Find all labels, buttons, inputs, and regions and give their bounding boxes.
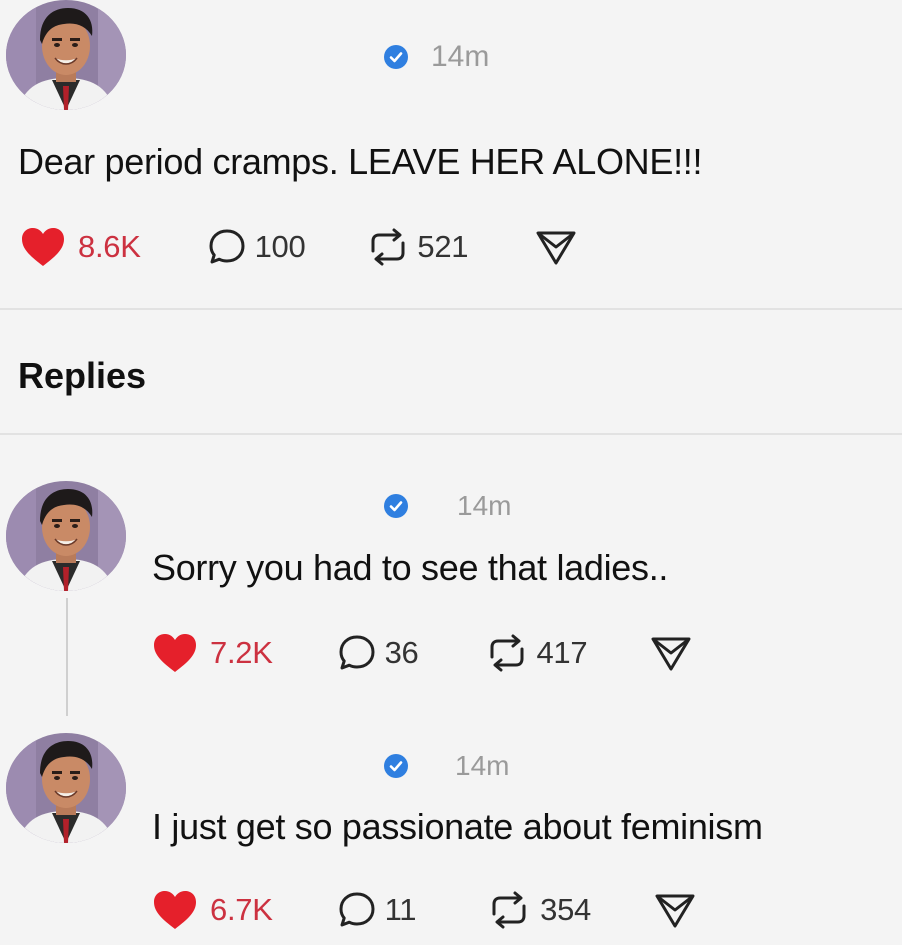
divider	[0, 433, 902, 435]
heart-icon	[152, 889, 198, 931]
like-button[interactable]: 8.6K	[20, 226, 141, 268]
repost-count: 354	[540, 892, 591, 927]
like-button[interactable]: 7.2K	[152, 632, 273, 674]
post-time: 14m	[431, 40, 490, 73]
comment-count: 36	[384, 635, 419, 670]
like-button[interactable]: 6.7K	[152, 889, 273, 931]
comment-button[interactable]: 36	[337, 633, 419, 673]
post-actions: 8.6K 100 521	[20, 222, 578, 272]
comment-count: 11	[384, 892, 417, 927]
verified-badge-icon	[384, 494, 408, 518]
verified-badge-icon	[384, 754, 408, 778]
repost-count: 417	[536, 635, 588, 670]
avatar[interactable]	[6, 0, 126, 110]
repost-button[interactable]: 354	[486, 890, 591, 930]
share-icon	[653, 890, 697, 930]
repost-icon	[486, 890, 532, 930]
share-button[interactable]	[534, 227, 578, 267]
like-count: 7.2K	[210, 635, 273, 670]
reply-time: 14m	[455, 750, 510, 781]
comment-icon	[337, 633, 377, 673]
verified-badge-icon	[384, 45, 408, 69]
like-count: 6.7K	[210, 892, 273, 927]
reply-meta: 14m	[383, 490, 511, 522]
share-button[interactable]	[649, 633, 693, 673]
thread-line	[66, 598, 68, 716]
divider	[0, 308, 902, 310]
reply-actions: 6.7K 11 354	[152, 885, 697, 935]
repost-icon	[365, 227, 411, 267]
post-meta: 14m	[383, 40, 489, 74]
share-icon	[649, 633, 693, 673]
repost-count: 521	[417, 229, 469, 264]
repost-icon	[484, 633, 530, 673]
avatar[interactable]	[6, 481, 126, 591]
comment-icon	[337, 890, 377, 930]
comment-button[interactable]: 100	[207, 227, 306, 267]
comment-count: 100	[254, 229, 306, 264]
repost-button[interactable]: 417	[484, 633, 588, 673]
share-icon	[534, 227, 578, 267]
heart-icon	[152, 632, 198, 674]
reply-time: 14m	[457, 490, 512, 521]
like-count: 8.6K	[78, 229, 141, 264]
reply-meta: 14m	[383, 750, 509, 782]
reply-text: Sorry you had to see that ladies..	[152, 547, 669, 588]
heart-icon	[20, 226, 66, 268]
reply-actions: 7.2K 36 417	[152, 628, 693, 678]
comment-button[interactable]: 11	[337, 890, 417, 930]
comment-icon	[207, 227, 247, 267]
avatar[interactable]	[6, 733, 126, 843]
reply-text: I just get so passionate about feminism	[152, 806, 763, 847]
replies-heading: Replies	[18, 355, 147, 396]
post-text: Dear period cramps. LEAVE HER ALONE!!!	[18, 141, 703, 182]
share-button[interactable]	[653, 890, 697, 930]
repost-button[interactable]: 521	[365, 227, 469, 267]
